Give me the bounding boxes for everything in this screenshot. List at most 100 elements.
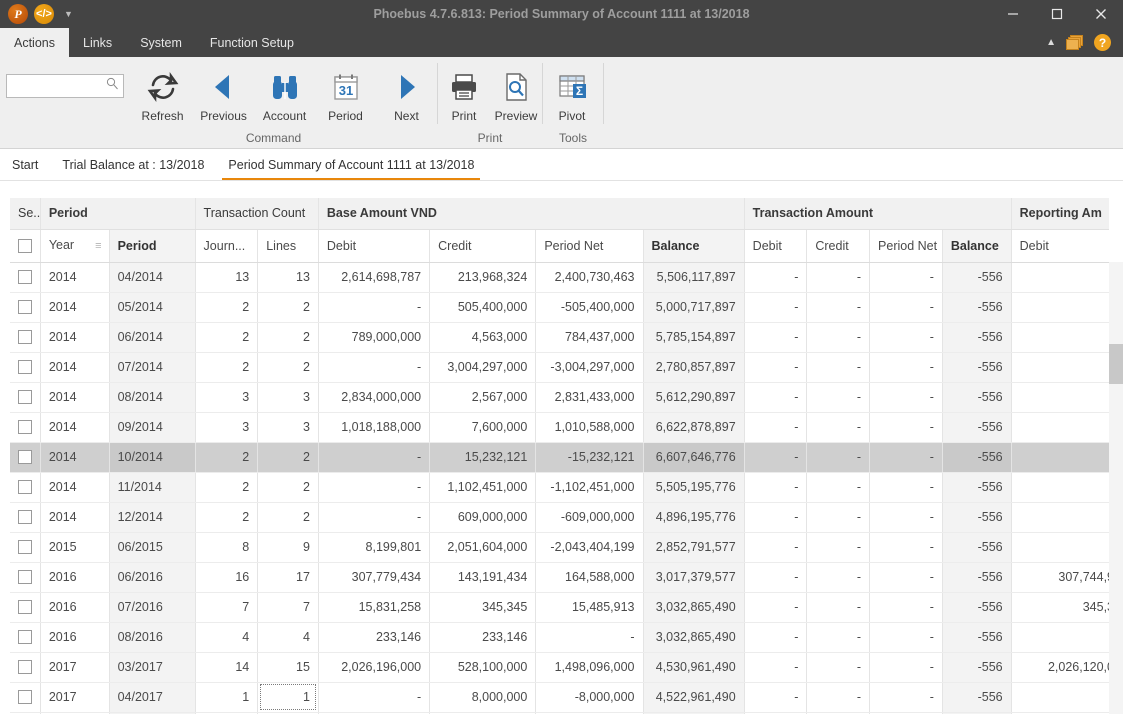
- band-base-amount-vnd[interactable]: Base Amount VND: [318, 198, 745, 230]
- table-row[interactable]: 2016 06/2016 16 17 307,779,434 143,191,434 164…: [10, 562, 1123, 593]
- row-select-cell[interactable]: [10, 652, 41, 683]
- previous-button[interactable]: Previous: [193, 64, 254, 123]
- row-checkbox[interactable]: [18, 480, 32, 495]
- refresh-button[interactable]: Refresh: [132, 64, 193, 123]
- column-header-year[interactable]: Year ≡: [40, 229, 110, 263]
- table-cell: 2,400,730,463: [535, 262, 644, 293]
- row-checkbox[interactable]: [18, 540, 32, 555]
- data-grid[interactable]: Se... Period Transaction Count Base Amou…: [10, 198, 1123, 714]
- row-checkbox[interactable]: [18, 630, 32, 645]
- table-row[interactable]: 2014 07/2014 2 2-3,004,297,000 -3,004,297,00…: [10, 352, 1123, 383]
- table-row[interactable]: 2014 12/2014 2 2-609,000,000 -609,000,000 4,8…: [10, 502, 1123, 533]
- row-checkbox[interactable]: [18, 330, 32, 345]
- row-select-cell[interactable]: [10, 502, 41, 533]
- row-checkbox[interactable]: [18, 390, 32, 405]
- period-button[interactable]: 31 Period: [315, 64, 376, 123]
- row-select-cell[interactable]: [10, 322, 41, 353]
- column-header-lines[interactable]: Lines: [257, 229, 319, 263]
- row-select-cell[interactable]: [10, 262, 41, 293]
- minimize-button[interactable]: [991, 0, 1035, 28]
- pivot-table-icon: Σ: [556, 68, 588, 106]
- chevron-up-icon[interactable]: ▲: [1046, 37, 1056, 48]
- search-box[interactable]: [6, 74, 125, 98]
- windows-stack-icon[interactable]: [1066, 34, 1084, 51]
- row-select-cell[interactable]: [10, 622, 41, 653]
- vertical-scrollbar-thumb[interactable]: [1109, 344, 1123, 384]
- row-checkbox[interactable]: [18, 300, 32, 315]
- table-row[interactable]: 2014 11/2014 2 2-1,102,451,000 -1,102,451,00…: [10, 472, 1123, 503]
- table-cell: -: [869, 592, 943, 623]
- row-checkbox[interactable]: [18, 570, 32, 585]
- band-reporting-amount[interactable]: Reporting Am: [1011, 198, 1123, 230]
- row-checkbox[interactable]: [18, 360, 32, 375]
- band-transaction-amount[interactable]: Transaction Amount: [744, 198, 1012, 230]
- column-header-txn-credit[interactable]: Credit: [806, 229, 871, 263]
- maximize-button[interactable]: [1035, 0, 1079, 28]
- tab-period-summary[interactable]: Period Summary of Account 1111 at 13/201…: [216, 149, 486, 180]
- table-row[interactable]: 2014 05/2014 2 2-505,400,000 -505,400,000 5,0…: [10, 292, 1123, 323]
- column-header-txn-balance[interactable]: Balance: [942, 229, 1012, 263]
- column-header-txn-period-net[interactable]: Period Net: [869, 229, 943, 263]
- table-row[interactable]: 2014 09/2014 3 3 1,018,188,000 7,600,000 1,010…: [10, 412, 1123, 443]
- band-period[interactable]: Period: [40, 198, 196, 230]
- code-icon[interactable]: </>: [34, 4, 54, 24]
- table-row[interactable]: 2017 04/2017 1 1-8,000,000 -8,000,000 4,522,9…: [10, 682, 1123, 713]
- row-checkbox[interactable]: [18, 450, 32, 465]
- table-row[interactable]: 2017 03/2017 14 15 2,026,196,000 528,100,000 1…: [10, 652, 1123, 683]
- column-header-select-all[interactable]: [10, 229, 41, 263]
- row-checkbox[interactable]: [18, 660, 32, 675]
- table-cell: 03/2017: [109, 652, 196, 683]
- band-select[interactable]: Se...: [10, 198, 41, 230]
- menu-item-system[interactable]: System: [126, 28, 196, 57]
- column-header-txn-debit[interactable]: Debit: [744, 229, 808, 263]
- chevron-down-icon[interactable]: ▼: [64, 9, 73, 19]
- column-header-base-debit[interactable]: Debit: [318, 229, 431, 263]
- menu-item-links[interactable]: Links: [69, 28, 126, 57]
- menu-item-function-setup[interactable]: Function Setup: [196, 28, 308, 57]
- row-select-cell[interactable]: [10, 292, 41, 323]
- row-checkbox[interactable]: [18, 600, 32, 615]
- row-checkbox[interactable]: [18, 420, 32, 435]
- row-select-cell[interactable]: [10, 592, 41, 623]
- column-header-reporting-debit[interactable]: Debit: [1011, 229, 1123, 263]
- row-select-cell[interactable]: [10, 532, 41, 563]
- close-button[interactable]: [1079, 0, 1123, 28]
- preview-button[interactable]: Preview: [490, 64, 542, 123]
- table-row[interactable]: 2014 04/2014 13 13 2,614,698,787 213,968,324 2…: [10, 262, 1123, 293]
- row-checkbox[interactable]: [18, 510, 32, 525]
- row-select-cell[interactable]: [10, 472, 41, 503]
- next-button[interactable]: Next: [376, 64, 437, 123]
- row-checkbox[interactable]: [18, 270, 32, 285]
- row-select-cell[interactable]: [10, 562, 41, 593]
- row-select-cell[interactable]: [10, 442, 41, 473]
- vertical-scrollbar[interactable]: [1109, 198, 1123, 714]
- pivot-button[interactable]: Σ Pivot: [543, 64, 601, 123]
- table-row[interactable]: 2014 06/2014 2 2 789,000,000 4,563,000 784,437…: [10, 322, 1123, 353]
- band-transaction-count[interactable]: Transaction Count: [195, 198, 319, 230]
- tab-start[interactable]: Start: [0, 149, 50, 180]
- row-select-cell[interactable]: [10, 682, 41, 713]
- sort-indicator-icon[interactable]: ≡: [95, 239, 102, 253]
- row-select-cell[interactable]: [10, 412, 41, 443]
- table-row[interactable]: 2014 08/2014 3 3 2,834,000,000 2,567,000 2,831…: [10, 382, 1123, 413]
- help-icon[interactable]: ?: [1094, 34, 1111, 51]
- column-header-base-credit[interactable]: Credit: [429, 229, 537, 263]
- select-all-checkbox[interactable]: [18, 238, 32, 253]
- table-row[interactable]: 2016 07/2016 7 7 15,831,258 345,345 15,485,913…: [10, 592, 1123, 623]
- row-select-cell[interactable]: [10, 382, 41, 413]
- table-row[interactable]: 2014 10/2014 2 2-15,232,121 -15,232,121 6,607…: [10, 442, 1123, 473]
- tab-trial-balance[interactable]: Trial Balance at : 13/2018: [50, 149, 216, 180]
- table-row[interactable]: 2015 06/2015 8 9 8,199,801 2,051,604,000 -2,04…: [10, 532, 1123, 563]
- row-select-cell[interactable]: [10, 352, 41, 383]
- column-header-period[interactable]: Period: [109, 229, 196, 263]
- table-row[interactable]: 2016 08/2016 4 4 233,146 233,146-3,032,865,49…: [10, 622, 1123, 653]
- column-header-base-period-net[interactable]: Period Net: [535, 229, 644, 263]
- phoebus-logo-icon[interactable]: P: [8, 4, 28, 24]
- print-button[interactable]: Print: [438, 64, 490, 123]
- column-header-base-balance[interactable]: Balance: [643, 229, 745, 263]
- row-checkbox[interactable]: [18, 690, 32, 705]
- account-button[interactable]: Account: [254, 64, 315, 123]
- table-cell: 2015: [40, 532, 110, 563]
- menu-item-actions[interactable]: Actions: [0, 28, 69, 57]
- column-header-journals[interactable]: Journ...: [195, 229, 259, 263]
